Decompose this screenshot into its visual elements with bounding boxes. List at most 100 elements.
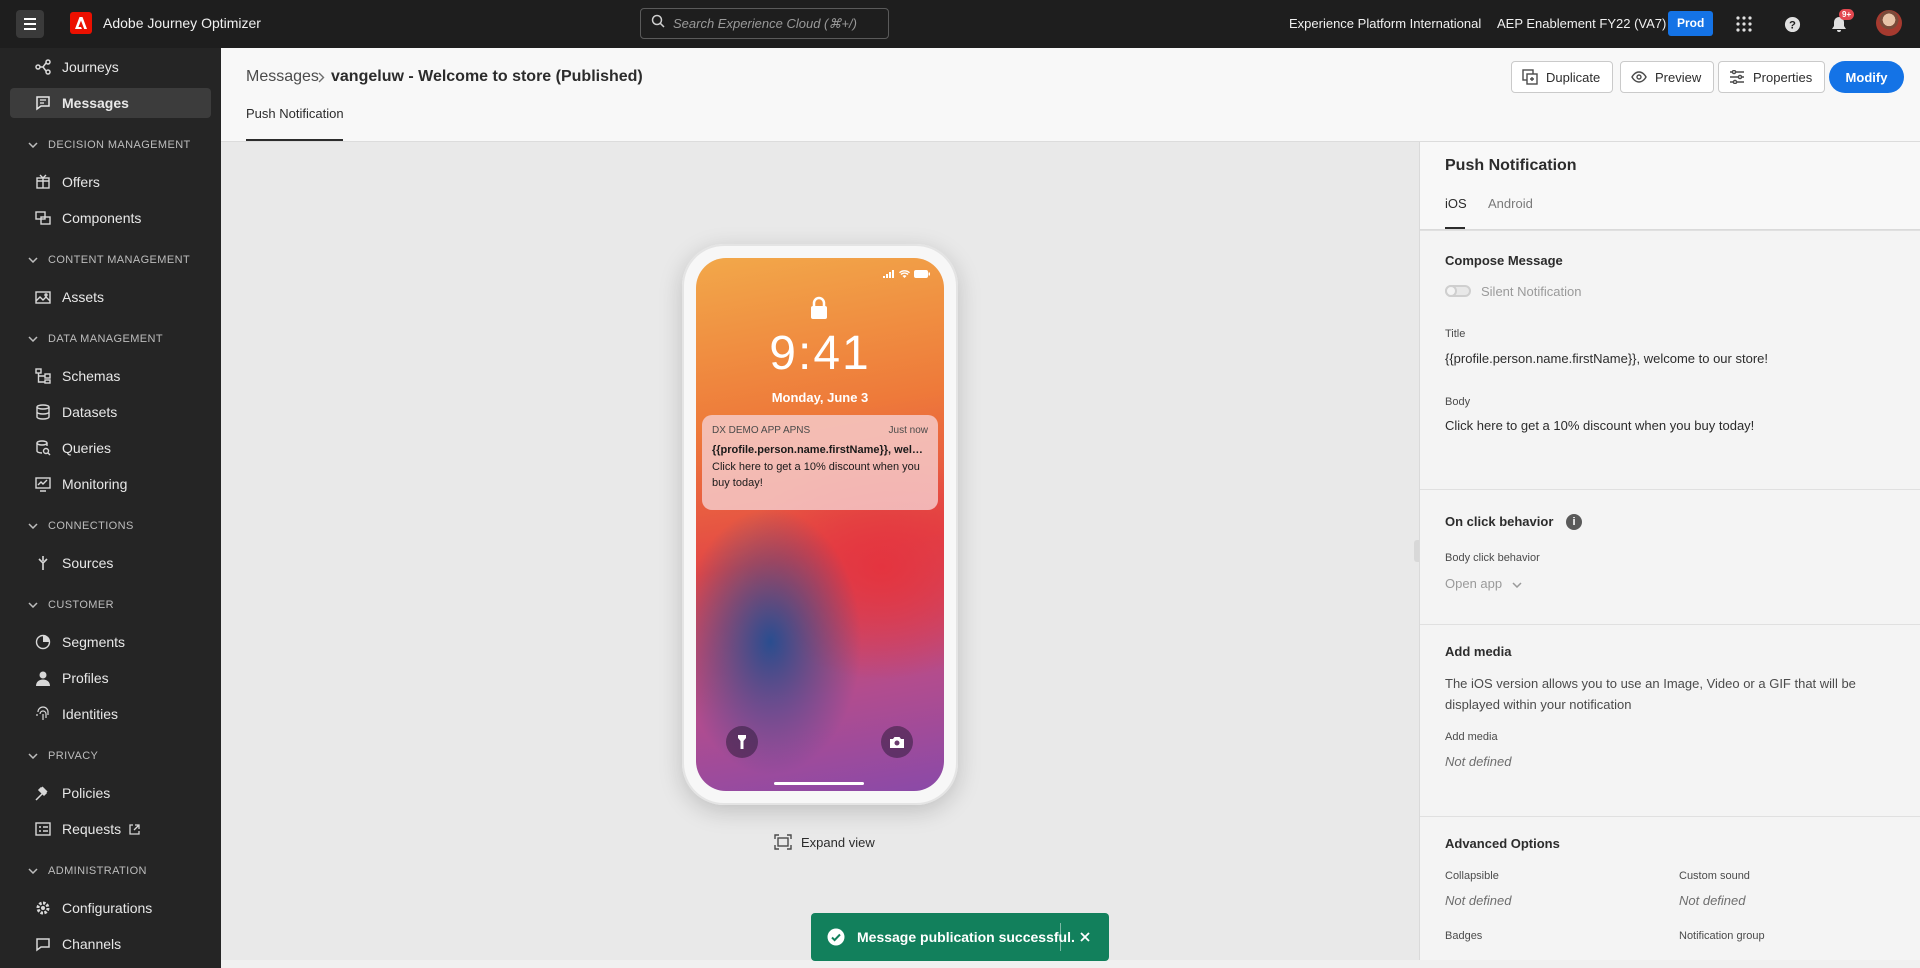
chevron-down-icon [28,254,38,266]
hamburger-menu-icon[interactable] [16,10,44,38]
breadcrumb-messages[interactable]: Messages [246,68,319,86]
sidebar-item-label: Schemas [62,368,121,384]
section-connections[interactable]: CONNECTIONS [28,520,134,532]
help-icon[interactable]: ? [1780,12,1804,36]
preview-canvas: 9:41 Monday, June 3 DX DEMO APP APNS Jus… [221,142,1419,960]
tab-push-notification[interactable]: Push Notification [246,106,344,121]
tab-android[interactable]: Android [1488,196,1533,211]
section-heading: On click behavior [1445,514,1554,529]
properties-panel: Push Notification iOS Android Compose Me… [1419,142,1920,960]
user-avatar[interactable] [1876,10,1902,36]
environment-badge[interactable]: Prod [1668,11,1714,36]
sidebar-item-label: Channels [62,936,122,952]
wifi-icon [899,270,910,278]
sidebar-item-profiles[interactable]: Profiles [10,663,211,693]
schemas-icon [34,367,52,385]
sidebar-item-label: Segments [62,634,126,650]
notification-body: Click here to get a 10% discount when yo… [712,461,920,489]
title-value[interactable]: {{profile.person.name.firstName}}, welco… [1445,351,1768,366]
sidebar-item-policies[interactable]: Policies [10,778,211,808]
body-click-behavior-picker[interactable]: Open app [1445,576,1522,591]
body-value[interactable]: Click here to get a 10% discount when yo… [1445,418,1754,433]
sidebar-item-segments[interactable]: Segments [10,627,211,657]
section-administration[interactable]: ADMINISTRATION [28,865,147,877]
sandbox-switcher[interactable]: AEP Enablement FY22 (VA7) [1497,16,1666,31]
segments-icon [34,633,52,651]
search-input[interactable] [673,16,873,31]
app-title[interactable]: Adobe Journey Optimizer [103,15,261,31]
offers-icon [34,173,52,191]
properties-button[interactable]: Properties [1718,61,1826,93]
chevron-down-icon [28,865,38,877]
sidebar-item-label: Journeys [62,59,119,75]
preview-button[interactable]: Preview [1620,61,1715,93]
sidebar-item-offers[interactable]: Offers [10,167,211,197]
add-media-value: Not defined [1445,754,1512,769]
sidebar-item-label: Queries [62,440,112,456]
notification-title: {{profile.person.name.firstName}}, welco… [712,444,928,456]
section-content-management[interactable]: CONTENT MANAGEMENT [28,254,190,266]
sidebar-item-label: Sources [62,555,114,571]
flashlight-icon[interactable] [726,726,758,758]
org-switcher[interactable]: Experience Platform International [1289,16,1481,31]
sidebar-item-monitoring[interactable]: Monitoring [10,469,211,499]
fingerprint-icon [34,705,52,723]
modify-button[interactable]: Modify [1829,61,1904,93]
info-icon[interactable]: i [1566,514,1582,530]
sidebar-item-label: Monitoring [62,476,128,492]
silent-notification-label: Silent Notification [1481,284,1582,299]
lock-icon [809,296,829,325]
add-media-section: Add media The iOS version allows you to … [1420,624,1920,816]
notifications-bell-icon[interactable]: 9+ [1827,9,1855,36]
sidebar-item-components[interactable]: Components [10,203,211,233]
sidebar-item-configurations[interactable]: Configurations [10,893,211,923]
apps-grid-icon[interactable] [1732,12,1756,36]
compose-message-section: Compose Message Silent Notification Titl… [1420,230,1920,489]
notification-group-label: Notification group [1679,930,1765,942]
monitoring-icon [34,475,52,493]
sidebar-item-messages[interactable]: Messages [10,88,211,118]
sidebar-item-queries[interactable]: Queries [10,433,211,463]
sidebar-item-schemas[interactable]: Schemas [10,361,211,391]
toast-divider [1060,923,1061,951]
sidebar-item-journeys[interactable]: Journeys [10,52,211,82]
silent-notification-toggle[interactable] [1445,285,1471,297]
duplicate-icon [1522,69,1538,85]
close-icon[interactable] [1075,927,1095,947]
sidebar-item-channels[interactable]: Channels [10,929,211,959]
on-click-behavior-section: On click behavior i Body click behavior … [1420,489,1920,624]
expand-view-button[interactable]: Expand view [774,834,875,850]
sidebar-item-label: Requests [62,821,122,837]
tab-ios[interactable]: iOS [1445,196,1467,211]
gavel-icon [34,784,52,802]
adobe-logo-icon [70,12,92,34]
checkmark-circle-icon [827,928,845,946]
section-customer[interactable]: CUSTOMER [28,599,114,611]
chevron-right-icon [318,70,325,88]
toast-message: Message publication successful. [857,929,1075,945]
chevron-down-icon [28,333,38,345]
sidebar-item-requests[interactable]: Requests [10,814,211,844]
search-box[interactable] [640,8,889,39]
push-notification-preview[interactable]: DX DEMO APP APNS Just now {{profile.pers… [702,415,938,510]
search-icon [651,14,665,33]
tab-selected-indicator [1445,227,1465,229]
duplicate-button[interactable]: Duplicate [1511,61,1614,93]
sidebar-item-datasets[interactable]: Datasets [10,397,211,427]
section-heading: Compose Message [1445,253,1563,268]
section-privacy[interactable]: PRIVACY [28,750,98,762]
home-indicator [774,782,864,785]
custom-sound-label: Custom sound [1679,870,1750,882]
notification-time: Just now [888,425,928,436]
chevron-down-icon [28,599,38,611]
section-decision-management[interactable]: DECISION MANAGEMENT [28,139,191,151]
sidebar-item-identities[interactable]: Identities [10,699,211,729]
section-data-management[interactable]: DATA MANAGEMENT [28,333,163,345]
add-media-label: Add media [1445,731,1498,743]
body-click-behavior-label: Body click behavior [1445,552,1540,564]
battery-icon [914,270,930,278]
camera-icon[interactable] [881,726,913,758]
sidebar-item-assets[interactable]: Assets [10,282,211,312]
expand-icon [774,834,792,850]
sidebar-item-sources[interactable]: Sources [10,548,211,578]
